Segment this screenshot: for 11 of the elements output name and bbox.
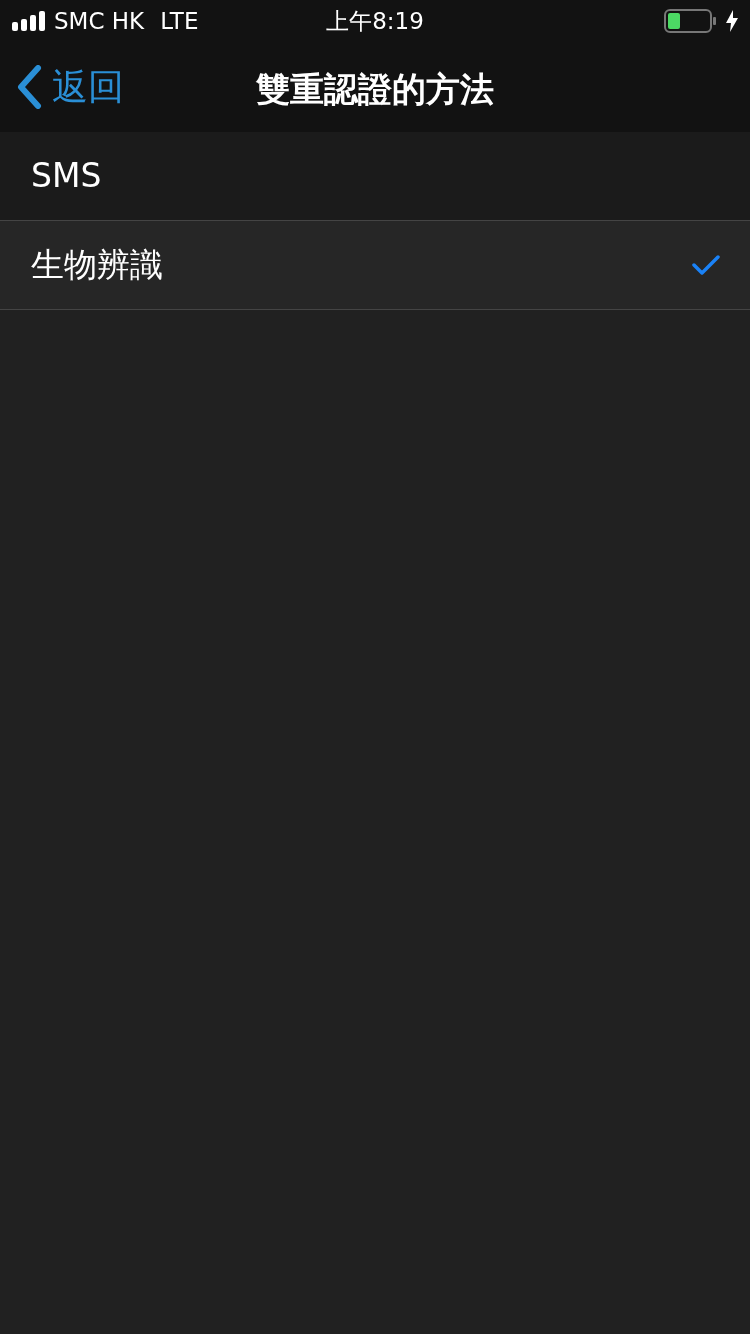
- screen-title: 雙重認證的方法: [256, 69, 494, 109]
- battery-icon: [664, 9, 718, 33]
- network-type: LTE: [160, 6, 199, 36]
- carrier-name: SMC HK: [54, 6, 145, 36]
- checkmark-icon: [692, 254, 720, 276]
- chevron-left-icon: [16, 65, 42, 109]
- clock: 上午8:19: [326, 6, 424, 36]
- option-row[interactable]: 生物辨識: [0, 221, 750, 310]
- option-row[interactable]: SMS: [0, 132, 750, 221]
- back-button[interactable]: 返回: [0, 60, 124, 114]
- signal-icon: [12, 11, 46, 31]
